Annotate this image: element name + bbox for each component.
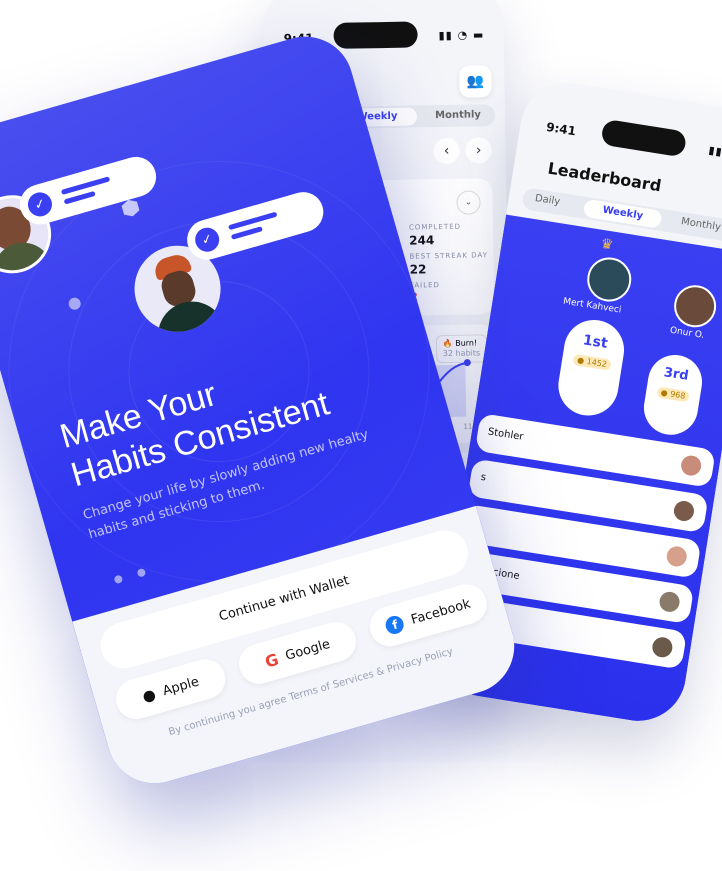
google-label: Google — [283, 636, 332, 664]
best-streak-value: 22 — [409, 262, 427, 277]
status-icons: ▮▮ ◔ ▬ — [438, 28, 485, 43]
first-points: 1452 — [586, 357, 608, 370]
first-rank: 1st — [581, 332, 609, 352]
leader-name: Stohler — [487, 426, 525, 443]
third-name: Onur O. — [669, 325, 705, 341]
avatar — [672, 499, 696, 523]
facebook-icon: f — [383, 613, 407, 636]
page-title: Leaderboard — [546, 158, 663, 196]
avatar — [679, 454, 703, 478]
tab-monthly[interactable]: Monthly — [680, 216, 721, 233]
completed-label: COMPLETED — [408, 222, 462, 232]
facebook-label: Facebook — [409, 596, 473, 628]
dynamic-island — [600, 118, 688, 158]
podium-third: 3rd ● 968 — [640, 351, 706, 439]
tab-weekly[interactable]: Weekly — [582, 198, 663, 229]
failed-label: FAILED — [409, 281, 440, 290]
third-rank: 3rd — [662, 365, 690, 384]
tab-monthly[interactable]: Monthly — [423, 106, 493, 125]
avatar-first — [584, 254, 635, 305]
status-icons: ▮▮ ◔ ▬ — [707, 143, 722, 164]
third-points: 968 — [669, 389, 687, 401]
avatar — [665, 544, 689, 568]
crown-icon: ♛ — [599, 235, 615, 254]
apple-label: Apple — [160, 673, 201, 699]
first-points-badge: ● 1452 — [572, 353, 612, 371]
chevron-right-icon[interactable]: › — [465, 137, 492, 164]
avatar — [658, 590, 681, 614]
chevron-down-icon[interactable]: ⌄ — [456, 190, 481, 215]
best-streak-label: BEST STREAK DAY — [409, 251, 489, 261]
completed-value: 244 — [409, 233, 435, 248]
leader-name: s — [479, 471, 487, 484]
tab-daily[interactable]: Daily — [534, 193, 561, 208]
check-icon: ✓ — [25, 189, 55, 220]
avatar — [650, 635, 674, 659]
dynamic-island — [333, 21, 418, 49]
chevron-left-icon[interactable]: ‹ — [433, 137, 460, 165]
third-points-badge: ● 968 — [655, 386, 691, 403]
avatar-third — [671, 282, 720, 331]
group-icon[interactable]: 👥 — [459, 65, 492, 98]
status-time: 9:41 — [545, 119, 577, 139]
podium-first: 1st ● 1452 — [554, 315, 629, 420]
google-icon: G — [262, 649, 281, 672]
apple-icon: ● — [140, 684, 158, 706]
check-icon: ✓ — [192, 224, 223, 255]
